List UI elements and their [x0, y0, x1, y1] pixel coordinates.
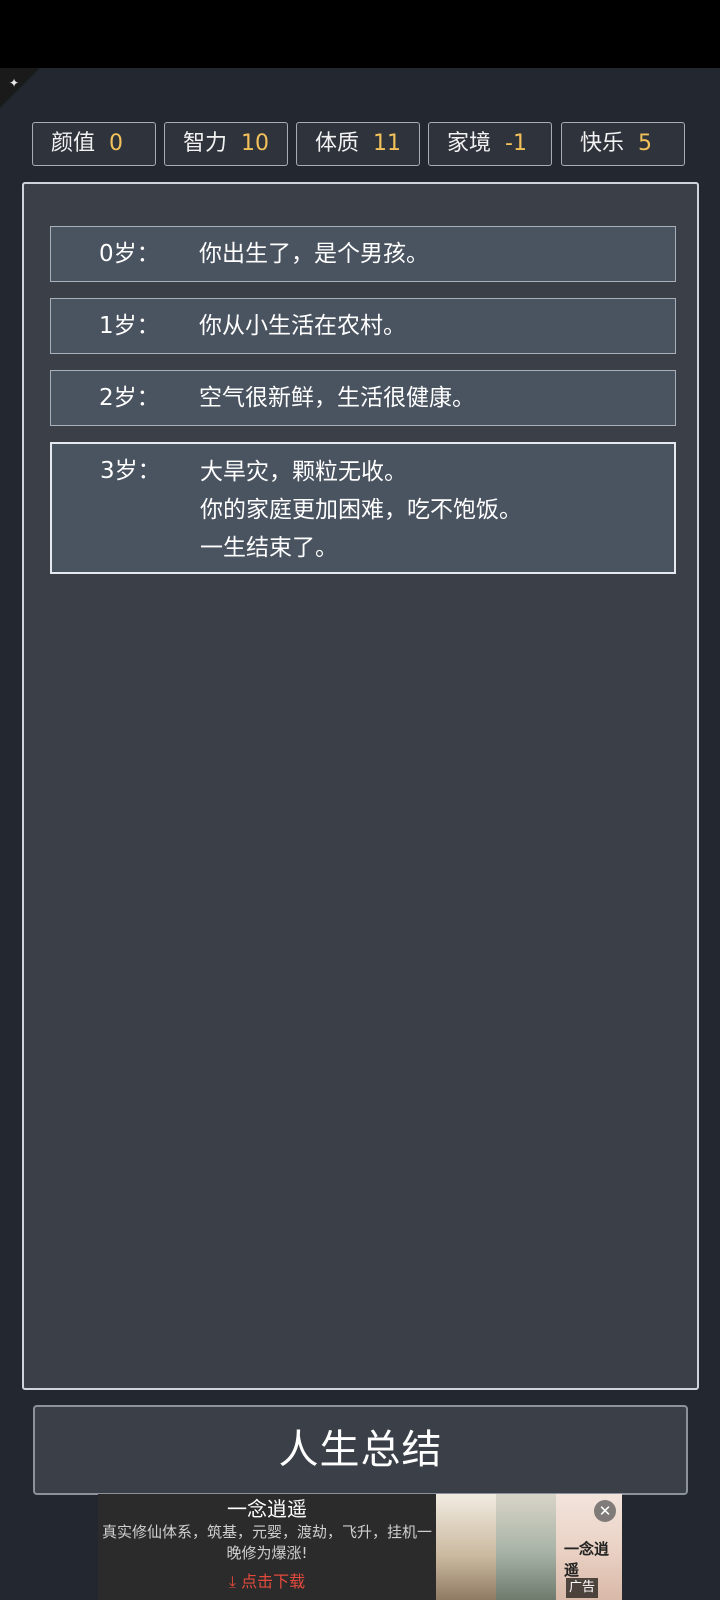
log-entry: 2岁： 空气很新鲜，生活很健康。 — [50, 370, 676, 426]
stat-value: 0 — [109, 131, 124, 156]
log-entry: 1岁： 你从小生活在农村。 — [50, 298, 676, 354]
entry-line: 你出生了，是个男孩。 — [199, 241, 429, 267]
life-summary-button[interactable]: 人生总结 — [33, 1405, 688, 1495]
stat-label: 体质 — [315, 131, 360, 156]
stat-value: 5 — [638, 131, 653, 156]
stat-value: 10 — [241, 131, 270, 156]
entry-age: 0岁： — [99, 241, 160, 267]
ad-logo: 一念逍遥 — [564, 1540, 610, 1579]
ad-image[interactable] — [436, 1494, 496, 1600]
entry-line: 你从小生活在农村。 — [199, 313, 406, 339]
ad-tag: 广告 — [566, 1578, 599, 1598]
log-entry-current: 3岁： 大旱灾，颗粒无收。 你的家庭更加困难，吃不饱饭。 一生结束了。 — [50, 442, 676, 574]
ad-title: 一念逍遥 — [227, 1497, 307, 1521]
stat-label: 家境 — [447, 131, 492, 156]
stat-value: 11 — [373, 131, 402, 156]
stat-label: 快乐 — [580, 131, 625, 156]
ad-banner[interactable]: 一念逍遥 真实修仙体系，筑基，元婴，渡劫，飞升，挂机一晚修为爆涨! ⤓ 点击下载… — [98, 1494, 622, 1600]
entry-age: 2岁： — [99, 385, 160, 411]
ad-image[interactable] — [496, 1494, 556, 1600]
log-entry: 0岁： 你出生了，是个男孩。 — [50, 226, 676, 282]
entry-line: 大旱灾，颗粒无收。 — [200, 459, 407, 485]
entry-line: 空气很新鲜，生活很健康。 — [199, 385, 475, 411]
stat-label: 智力 — [183, 131, 228, 156]
entry-age: 1岁： — [99, 313, 160, 339]
stat-value: -1 — [505, 131, 527, 156]
close-icon[interactable]: ✕ — [594, 1500, 616, 1522]
stat-family: 家境 -1 — [428, 122, 552, 166]
life-log-panel[interactable]: 0岁： 你出生了，是个男孩。 1岁： 你从小生活在农村。 2岁： 空气很新鲜，生… — [22, 182, 699, 1390]
stat-label: 颜值 — [51, 131, 96, 156]
stat-constitution: 体质 11 — [296, 122, 420, 166]
download-icon: ⤓ — [228, 1572, 242, 1591]
corner-tab — [0, 68, 40, 108]
ad-description: 真实修仙体系，筑基，元婴，渡劫，飞升，挂机一晚修为爆涨! — [102, 1523, 433, 1562]
entry-line: 你的家庭更加困难，吃不饱饭。 — [200, 497, 522, 523]
stat-intelligence: 智力 10 — [164, 122, 288, 166]
ad-download-link[interactable]: ⤓ 点击下载 — [98, 1570, 436, 1594]
entry-age: 3岁： — [100, 458, 161, 484]
stat-bar: 颜值 0 智力 10 体质 11 家境 -1 快乐 5 — [32, 122, 690, 168]
ad-cta-label: 点击下载 — [241, 1572, 306, 1591]
stat-appearance: 颜值 0 — [32, 122, 156, 166]
pin-icon: ✦ — [9, 76, 20, 90]
entry-line: 一生结束了。 — [200, 535, 338, 561]
status-bar — [0, 0, 720, 68]
stat-happiness: 快乐 5 — [561, 122, 685, 166]
